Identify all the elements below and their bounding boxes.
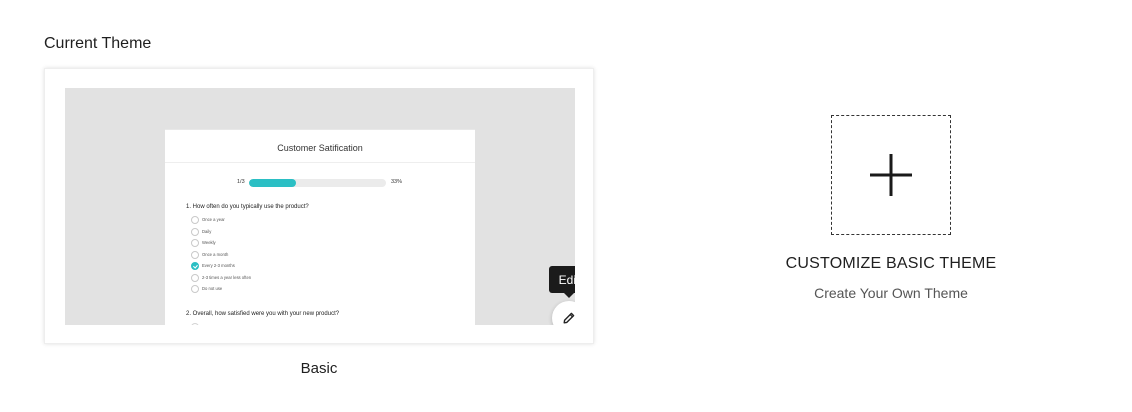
radio-icon <box>191 239 199 247</box>
theme-name: Basic <box>300 360 338 377</box>
option-label: Once a month <box>202 251 229 257</box>
current-theme-card[interactable]: Customer Satification 1/3 33% 1. How oft… <box>44 68 594 344</box>
radio-icon <box>191 250 199 259</box>
option-label: Every 2-3 months <box>202 263 235 268</box>
question-1: 1. How often do you typically use the pr… <box>186 204 309 210</box>
radio-checked-icon <box>191 262 199 270</box>
question-2: 2. Overall, how satisfied were you with … <box>186 311 340 317</box>
progress-count: 1/3 <box>237 179 245 185</box>
radio-icon <box>191 227 199 236</box>
radio-icon <box>191 216 199 224</box>
section-title: Current Theme <box>44 35 152 52</box>
option-label: Once a year <box>202 217 225 222</box>
progress-percent: 33% <box>391 179 403 185</box>
theme-preview: Customer Satification 1/3 33% 1. How oft… <box>65 88 575 325</box>
customize-theme-button[interactable] <box>831 115 951 235</box>
option-label: Daily <box>202 228 212 234</box>
progress-fill <box>249 179 296 187</box>
pencil-icon <box>563 312 575 324</box>
option-label: Weekly <box>202 240 216 245</box>
survey-title: Customer Satification <box>277 143 363 153</box>
option-label: Do not use <box>202 286 223 291</box>
option-label: 2-3 times a year less often <box>202 274 252 280</box>
radio-icon <box>191 285 199 293</box>
progress-bar <box>249 179 386 187</box>
survey-preview-sheet: Customer Satification 1/3 33% 1. How oft… <box>165 129 475 325</box>
customize-title[interactable]: CUSTOMIZE BASIC THEME <box>691 255 1091 273</box>
edit-button[interactable] <box>552 301 575 325</box>
radio-icon <box>191 273 199 282</box>
divider <box>165 162 475 163</box>
customize-subtitle: Create Your Own Theme <box>814 285 968 301</box>
radio-option <box>191 323 199 325</box>
progress-row: 1/3 33% <box>165 178 475 188</box>
plus-icon <box>870 154 912 196</box>
edit-tooltip: Edit <box>549 266 575 298</box>
